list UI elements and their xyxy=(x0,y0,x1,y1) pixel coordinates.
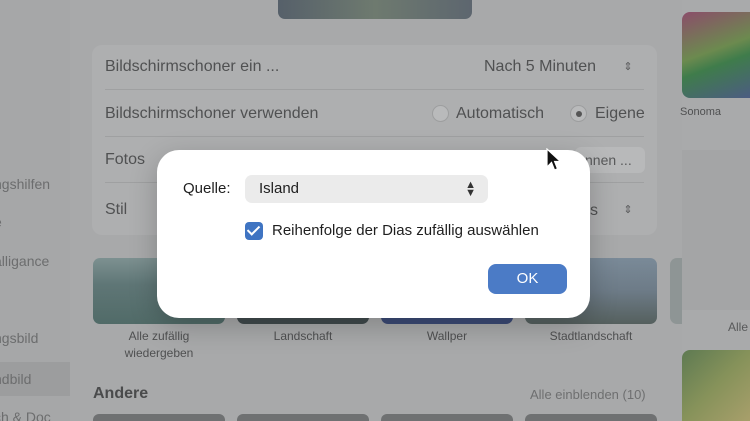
tile-label: Stadtlandschaft xyxy=(549,329,633,343)
wallpaper-sonoma[interactable] xyxy=(682,12,750,98)
sidebar-item-appearance[interactable]: e xyxy=(0,214,2,230)
screensaver-start-label: Bildschirmschoner ein ... xyxy=(105,58,280,75)
photos-options-button-label: nnen ... xyxy=(585,152,632,168)
photos-label: Fotos xyxy=(105,151,146,168)
tile-label: Wallper xyxy=(426,329,468,343)
chevron-updown-icon[interactable]: ⇕ xyxy=(617,199,639,221)
wallpaper-all-label[interactable]: Alle xyxy=(728,320,748,334)
radio-automatic[interactable] xyxy=(432,105,449,122)
wallpaper-thumb[interactable] xyxy=(682,350,750,421)
sidebar-item-wallpaper[interactable]: ngsbild xyxy=(0,330,38,346)
shuffle-checkbox[interactable] xyxy=(245,222,263,240)
tile-label: Alle zufällig wiedergeben xyxy=(124,329,194,360)
style-label: Stil xyxy=(105,201,128,218)
sidebar-item-dock[interactable]: ch & Doc xyxy=(0,409,51,421)
tile[interactable] xyxy=(381,414,513,421)
radio-automatic-label: Automatisch xyxy=(456,105,545,122)
divider xyxy=(105,89,644,90)
style-value[interactable]: s xyxy=(590,202,598,220)
settings-sidebar: ngshilfen e alligance ngsbild ndbild ch … xyxy=(0,0,70,421)
mouse-pointer-icon xyxy=(546,148,562,171)
show-all-link[interactable]: Alle einblenden (10) xyxy=(530,387,646,402)
chevron-updown-icon[interactable]: ⇕ xyxy=(617,56,639,78)
tile[interactable] xyxy=(525,414,657,421)
radio-custom-label: Eigene xyxy=(595,105,645,122)
ok-button[interactable]: OK xyxy=(488,264,567,294)
wallpaper-thumb[interactable] xyxy=(682,150,750,310)
source-select[interactable]: Island ▲ ▼ xyxy=(245,175,488,203)
source-label: Quelle: xyxy=(183,180,231,197)
screensaver-start-value[interactable]: Nach 5 Minuten xyxy=(484,58,596,76)
divider xyxy=(105,136,644,137)
shuffle-label[interactable]: Reihenfolge der Dias zufällig auswählen xyxy=(272,222,539,239)
tile[interactable] xyxy=(93,414,225,421)
screensaver-use-label: Bildschirmschoner verwenden xyxy=(105,105,319,122)
section-title-other: Andere xyxy=(93,385,149,402)
sidebar-item-accessibility[interactable]: ngshilfen xyxy=(0,176,50,192)
wallpaper-label: Sonoma xyxy=(680,106,721,118)
sidebar-item-apple-intelligence[interactable]: alligance xyxy=(0,253,49,269)
tile[interactable] xyxy=(237,414,369,421)
chevron-updown-icon: ▲ ▼ xyxy=(465,179,476,199)
tile-label: Landschaft xyxy=(273,329,333,343)
sidebar-item-screensaver[interactable]: ndbild xyxy=(0,371,31,387)
radio-custom[interactable] xyxy=(570,105,587,122)
screensaver-preview xyxy=(278,0,472,19)
source-select-value: Island xyxy=(259,180,300,197)
